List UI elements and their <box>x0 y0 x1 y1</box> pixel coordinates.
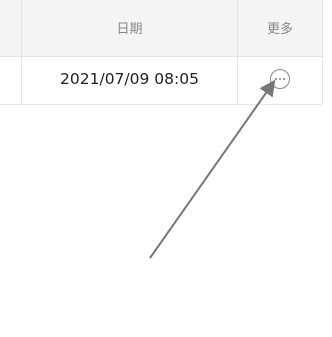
more-actions-button[interactable] <box>270 69 290 89</box>
records-table: 日期 更多 2021/07/09 08:05 <box>0 0 332 105</box>
dot <box>279 78 281 80</box>
arrow-line <box>149 79 276 259</box>
dot <box>283 78 285 80</box>
column-header-more: 更多 <box>266 22 293 37</box>
dot <box>275 78 277 80</box>
column-header-date: 日期 <box>116 22 143 37</box>
column-divider <box>322 0 323 104</box>
date-cell: 2021/07/09 08:05 <box>60 70 199 88</box>
